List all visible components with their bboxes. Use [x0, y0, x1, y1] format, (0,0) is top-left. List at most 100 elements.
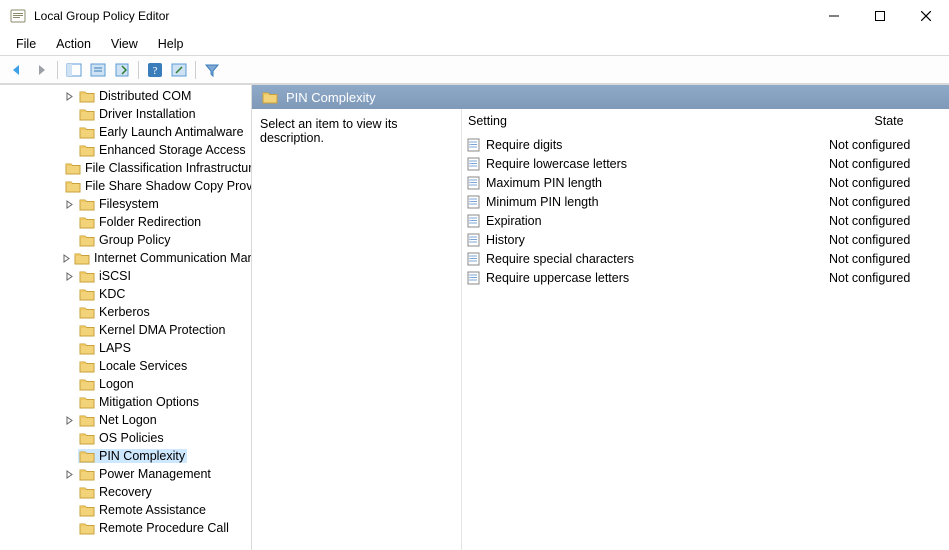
setting-label: Minimum PIN length — [486, 195, 829, 209]
tree-item[interactable]: Driver Installation — [0, 105, 251, 123]
folder-icon — [79, 449, 95, 463]
setting-label: Require digits — [486, 138, 829, 152]
tree-item-label: Mitigation Options — [99, 395, 199, 409]
setting-row[interactable]: Minimum PIN lengthNot configured — [462, 192, 949, 211]
tree-item-label: Power Management — [99, 467, 211, 481]
settings-list[interactable]: Require digitsNot configuredRequire lowe… — [462, 133, 949, 550]
folder-icon — [79, 485, 95, 499]
tree-expander-icon — [62, 485, 76, 499]
detail-header: PIN Complexity — [252, 85, 949, 109]
tree-expander-icon[interactable] — [62, 413, 76, 427]
setting-state: Not configured — [829, 252, 949, 266]
tree-item[interactable]: Filesystem — [0, 195, 251, 213]
tree-item[interactable]: Mitigation Options — [0, 393, 251, 411]
tree[interactable]: Distributed COM Driver Installation Early … — [0, 87, 251, 550]
toolbar-separator — [57, 61, 58, 79]
folder-icon — [79, 197, 95, 211]
tree-expander-icon — [62, 215, 76, 229]
tree-item-label: Enhanced Storage Access — [99, 143, 246, 157]
setting-label: Maximum PIN length — [486, 176, 829, 190]
folder-icon — [79, 107, 95, 121]
tree-item-label: Folder Redirection — [99, 215, 201, 229]
tree-item[interactable]: Kerberos — [0, 303, 251, 321]
policy-icon — [466, 271, 482, 285]
forward-button[interactable] — [30, 59, 52, 81]
tree-item[interactable]: KDC — [0, 285, 251, 303]
tree-item[interactable]: Net Logon — [0, 411, 251, 429]
column-state[interactable]: State — [829, 114, 949, 128]
help-button[interactable]: ? — [144, 59, 166, 81]
setting-row[interactable]: HistoryNot configured — [462, 230, 949, 249]
tree-item[interactable]: File Share Shadow Copy Provider — [0, 177, 251, 195]
maximize-button[interactable] — [857, 0, 903, 32]
setting-row[interactable]: Maximum PIN lengthNot configured — [462, 173, 949, 192]
tree-item[interactable]: Early Launch Antimalware — [0, 123, 251, 141]
filter-button[interactable] — [201, 59, 223, 81]
tree-item-label: Kernel DMA Protection — [99, 323, 225, 337]
tree-expander-icon — [62, 143, 76, 157]
tree-item[interactable]: Recovery — [0, 483, 251, 501]
tree-item[interactable]: Kernel DMA Protection — [0, 321, 251, 339]
tree-item[interactable]: Distributed COM — [0, 87, 251, 105]
toolbar-separator — [138, 61, 139, 79]
setting-row[interactable]: Require lowercase lettersNot configured — [462, 154, 949, 173]
folder-icon — [79, 269, 95, 283]
tree-item-label: Driver Installation — [99, 107, 196, 121]
tree-item[interactable]: Enhanced Storage Access — [0, 141, 251, 159]
menu-action[interactable]: Action — [46, 35, 101, 53]
tree-item[interactable]: Logon — [0, 375, 251, 393]
tree-item-label: LAPS — [99, 341, 131, 355]
tree-item[interactable]: Locale Services — [0, 357, 251, 375]
tree-item[interactable]: Internet Communication Management — [0, 249, 251, 267]
folder-icon — [79, 341, 95, 355]
setting-row[interactable]: ExpirationNot configured — [462, 211, 949, 230]
menu-file[interactable]: File — [6, 35, 46, 53]
setting-row[interactable]: Require digitsNot configured — [462, 135, 949, 154]
description-text: Select an item to view its description. — [260, 117, 398, 145]
svg-text:?: ? — [153, 65, 158, 77]
back-button[interactable] — [6, 59, 28, 81]
app-icon — [10, 8, 26, 24]
tree-item-label: Kerberos — [99, 305, 150, 319]
setting-label: History — [486, 233, 829, 247]
tree-expander-icon[interactable] — [62, 467, 76, 481]
tree-item[interactable]: Power Management — [0, 465, 251, 483]
setting-row[interactable]: Require special charactersNot configured — [462, 249, 949, 268]
tree-item-label: Recovery — [99, 485, 152, 499]
folder-icon — [79, 89, 95, 103]
window-title: Local Group Policy Editor — [34, 9, 169, 23]
tree-expander-icon[interactable] — [62, 197, 76, 211]
menu-help[interactable]: Help — [148, 35, 194, 53]
tree-item[interactable]: File Classification Infrastructure — [0, 159, 251, 177]
tree-expander-icon[interactable] — [62, 251, 71, 265]
menu-view[interactable]: View — [101, 35, 148, 53]
tree-item[interactable]: Folder Redirection — [0, 213, 251, 231]
folder-icon — [74, 251, 90, 265]
tree-item-label: Filesystem — [99, 197, 159, 211]
minimize-button[interactable] — [811, 0, 857, 32]
toolbar-export-button[interactable] — [111, 59, 133, 81]
tree-item[interactable]: Group Policy — [0, 231, 251, 249]
toolbar-refresh-button[interactable] — [168, 59, 190, 81]
tree-item[interactable]: OS Policies — [0, 429, 251, 447]
setting-row[interactable]: Require uppercase lettersNot configured — [462, 268, 949, 287]
toolbar-properties-button[interactable] — [87, 59, 109, 81]
tree-expander-icon — [62, 125, 76, 139]
tree-item[interactable]: PIN Complexity — [0, 447, 251, 465]
close-button[interactable] — [903, 0, 949, 32]
tree-expander-icon[interactable] — [62, 269, 76, 283]
tree-item[interactable]: Remote Procedure Call — [0, 519, 251, 537]
tree-item[interactable]: Remote Assistance — [0, 501, 251, 519]
tree-item-label: Distributed COM — [99, 89, 191, 103]
folder-icon — [79, 359, 95, 373]
description-pane: Select an item to view its description. — [252, 109, 462, 550]
setting-state: Not configured — [829, 195, 949, 209]
tree-expander-icon[interactable] — [62, 89, 76, 103]
toolbar-showhide-tree-button[interactable] — [63, 59, 85, 81]
folder-icon — [79, 377, 95, 391]
folder-icon — [79, 215, 95, 229]
tree-item[interactable]: LAPS — [0, 339, 251, 357]
detail-title: PIN Complexity — [286, 90, 376, 105]
column-setting[interactable]: Setting — [462, 114, 829, 128]
tree-item[interactable]: iSCSI — [0, 267, 251, 285]
